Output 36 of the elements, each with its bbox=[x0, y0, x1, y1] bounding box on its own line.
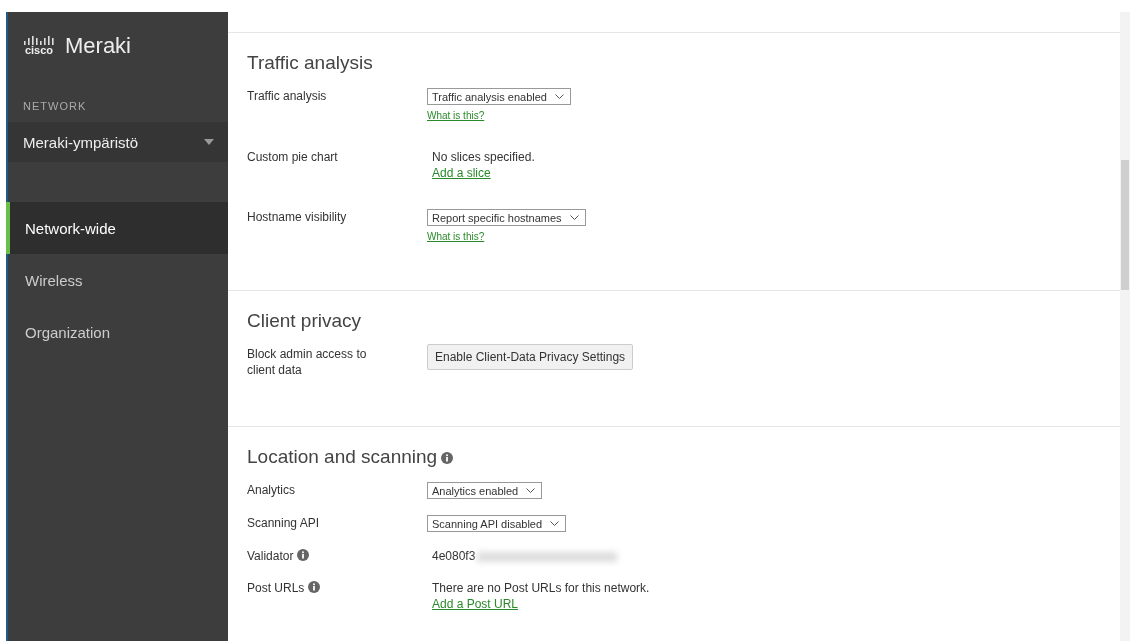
field-label: Validator bbox=[247, 549, 294, 563]
status-text: No slices specified. bbox=[432, 150, 535, 164]
section-title: Client privacy bbox=[247, 310, 363, 332]
chevron-icon bbox=[569, 215, 579, 220]
section-title: Location and scanning bbox=[247, 446, 438, 467]
section-title: Traffic analysis bbox=[247, 52, 374, 74]
chevron-icon bbox=[526, 488, 536, 493]
section-label: NETWORK bbox=[22, 99, 88, 112]
chevron-icon bbox=[554, 94, 564, 99]
dropdown[interactable]: Traffic analysis enabled bbox=[427, 88, 571, 105]
field-label: Custom pie chart bbox=[247, 150, 338, 164]
dropdown[interactable]: Report specific hostnames bbox=[427, 209, 586, 226]
dropdown[interactable]: Scanning API disabled bbox=[427, 515, 567, 532]
cisco-logo: cisco bbox=[23, 36, 55, 56]
nav-item[interactable]: Network-wide bbox=[6, 202, 228, 254]
add-link[interactable]: Add a Post URL bbox=[427, 596, 519, 612]
field-label: Traffic analysis bbox=[247, 89, 327, 103]
field-label: Analytics bbox=[247, 483, 296, 497]
chevron-icon bbox=[550, 521, 560, 526]
validator-value: 4e080f3 bbox=[432, 549, 476, 563]
status-text: There are no Post URLs for this network. bbox=[432, 581, 650, 595]
field-label: Post URLs bbox=[247, 581, 305, 595]
field-label: Hostname visibility bbox=[247, 210, 347, 224]
nav-item[interactable]: Wireless bbox=[6, 254, 228, 306]
privacy-button[interactable]: Enable Client-Data Privacy Settings bbox=[427, 344, 634, 370]
add-link[interactable]: Add a slice bbox=[427, 165, 491, 181]
dropdown[interactable]: Analytics enabled bbox=[427, 482, 543, 499]
nav-item[interactable]: Organization bbox=[6, 306, 228, 358]
field-label: Scanning API bbox=[247, 516, 320, 530]
network-selector[interactable]: Meraki-ympäristö bbox=[8, 122, 228, 162]
help-link[interactable]: What is this? bbox=[427, 231, 485, 242]
scrollbar[interactable] bbox=[1120, 12, 1130, 641]
help-link[interactable]: What is this? bbox=[427, 110, 485, 121]
caret-icon bbox=[204, 139, 214, 145]
product-name: Meraki bbox=[65, 33, 131, 59]
field-label: Block admin access to client data bbox=[247, 347, 367, 377]
